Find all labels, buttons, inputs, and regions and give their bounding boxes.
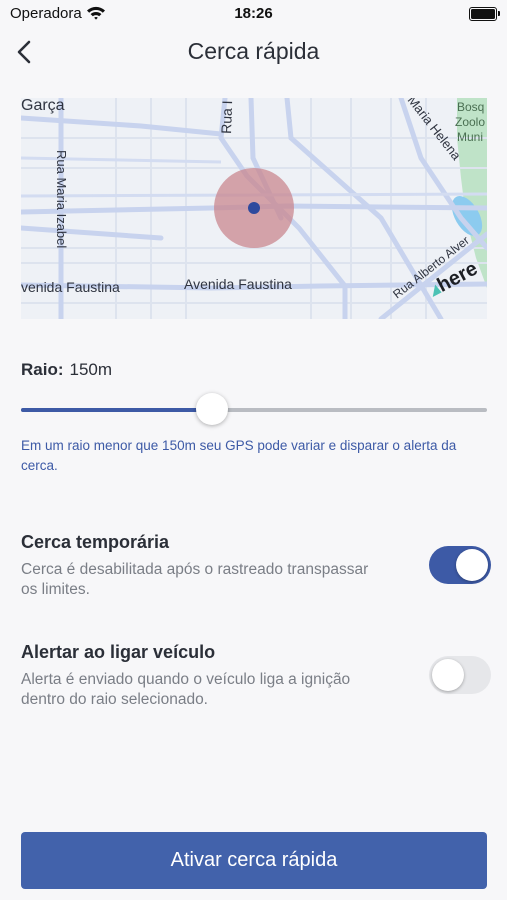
- map-label-zoologico: Zoolo: [455, 115, 485, 129]
- radius-hint: Em um raio menor que 150m seu GPS pode v…: [21, 438, 457, 473]
- navigation-bar: Cerca rápida: [0, 30, 507, 74]
- activate-quick-fence-button[interactable]: Ativar cerca rápida: [21, 832, 487, 889]
- slider-fill: [21, 408, 213, 412]
- status-time: 18:26: [234, 5, 273, 22]
- map-label-bosque: Bosq: [457, 100, 484, 114]
- page-title: Cerca rápida: [187, 38, 320, 64]
- location-marker: [248, 202, 260, 214]
- vehicle-alert-description: Alerta é enviado quando o veículo liga a…: [21, 671, 351, 708]
- vehicle-alert-toggle[interactable]: [429, 656, 491, 694]
- radius-label: Raio:: [21, 360, 64, 379]
- vehicle-alert-row: Alertar ao ligar veículo Alerta é enviad…: [21, 642, 491, 710]
- status-bar: Operadora 18:26: [0, 0, 507, 30]
- temporary-fence-toggle[interactable]: [429, 546, 491, 584]
- slider-thumb[interactable]: [196, 393, 229, 425]
- map-label-municipal: Muni: [457, 130, 483, 144]
- battery-icon: [469, 7, 500, 21]
- radius-slider[interactable]: [21, 392, 487, 428]
- map-view[interactable]: Garça Rua I Maria Helena Bosq Zoolo Muni…: [21, 98, 487, 319]
- map-label-rua-maria-izabel: Rua Maria Izabel: [54, 150, 69, 248]
- map-label-rua-i: Rua I: [218, 100, 235, 134]
- map-label-avenida-faustina-center: Avenida Faustina: [184, 276, 292, 292]
- temporary-fence-title: Cerca temporária: [21, 532, 170, 552]
- toggle-knob: [432, 659, 464, 691]
- toggle-knob: [456, 549, 488, 581]
- map-label-avenida-faustina-left: venida Faustina: [21, 279, 120, 295]
- radius-value: 150m: [69, 360, 113, 379]
- radius-row: Raio: 150m: [21, 360, 112, 380]
- map-label-garca: Garça: [21, 98, 65, 114]
- temporary-fence-row: Cerca temporária Cerca é desabilitada ap…: [21, 532, 491, 600]
- vehicle-alert-title: Alertar ao ligar veículo: [21, 642, 216, 662]
- temporary-fence-description: Cerca é desabilitada após o rastreado tr…: [21, 561, 369, 598]
